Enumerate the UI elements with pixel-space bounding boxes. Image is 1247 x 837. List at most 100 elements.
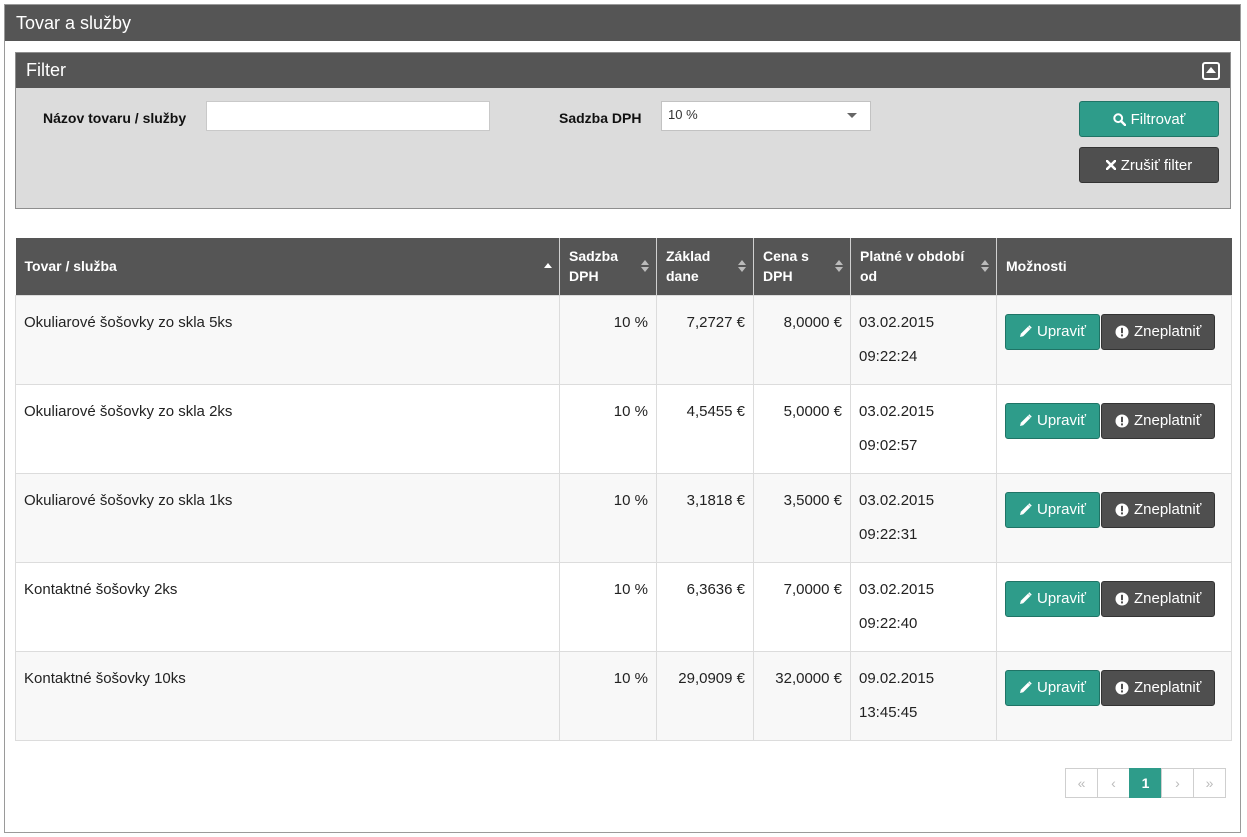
filter-button[interactable]: Filtrovať xyxy=(1079,101,1219,137)
invalidate-button-label: Zneplatniť xyxy=(1133,412,1202,429)
cell-name: Kontaktné šošovky 2ks xyxy=(15,561,560,652)
filter-button-label: Filtrovať xyxy=(1130,110,1186,128)
valid-from-time: 09:02:57 xyxy=(859,436,918,454)
table-row: Kontaktné šošovky 2ks 10 % 6,3636 €7,0000 … xyxy=(15,561,1232,652)
chevron-down-icon xyxy=(847,113,857,118)
page-title: Tovar a služby xyxy=(5,5,1240,41)
exclamation-icon xyxy=(1115,681,1129,694)
column-header-base[interactable]: Základ dane xyxy=(656,238,754,295)
cell-vat: 10 % xyxy=(559,561,657,652)
valid-from-time: 09:22:40 xyxy=(859,614,918,632)
name-filter-label: Názov tovaru / služby xyxy=(43,110,187,126)
pencil-icon xyxy=(1020,414,1032,426)
column-header-label: Možnosti xyxy=(1006,258,1067,275)
cell-name: Okuliarové šošovky zo skla 1ks xyxy=(15,472,560,563)
invalidate-button[interactable]: Zneplatniť xyxy=(1100,580,1216,617)
cell-vat: 10 % xyxy=(559,472,657,563)
valid-from-time: 09:22:24 xyxy=(859,347,918,365)
cell-price: 32,0000 € xyxy=(753,650,851,741)
sort-icon xyxy=(981,260,989,273)
cell-base: 29,0909 € xyxy=(656,650,754,741)
edit-button-label: Upraviť xyxy=(1037,501,1086,518)
pencil-icon xyxy=(1020,503,1032,515)
cell-base: 4,5455 € xyxy=(656,383,754,474)
invalidate-button[interactable]: Zneplatniť xyxy=(1100,491,1216,528)
cancel-filter-label: Zrušiť filter xyxy=(1120,156,1193,174)
table-row: Kontaktné šošovky 10ks 10 % 29,0909 €32,00… xyxy=(15,650,1232,741)
cancel-filter-button[interactable]: Zrušiť filter xyxy=(1079,147,1219,183)
invalidate-button[interactable]: Zneplatniť xyxy=(1100,313,1216,350)
edit-button-label: Upraviť xyxy=(1037,412,1086,429)
name-filter-input[interactable] xyxy=(206,101,490,131)
pagination-next[interactable]: › xyxy=(1161,768,1194,798)
cell-actions: Upraviť Zneplatniť xyxy=(996,472,1232,563)
edit-button[interactable]: Upraviť xyxy=(1005,402,1100,439)
filter-header: Filter xyxy=(16,53,1230,88)
invalidate-button-label: Zneplatniť xyxy=(1133,323,1202,340)
valid-from-date: 03.02.2015 xyxy=(859,313,935,331)
valid-from-time: 13:45:45 xyxy=(859,703,918,721)
column-header-price[interactable]: Cena s DPH xyxy=(753,238,851,295)
column-header-valid-from[interactable]: Platné v období od xyxy=(850,238,997,295)
exclamation-icon xyxy=(1115,592,1129,605)
search-icon xyxy=(1112,112,1126,126)
cell-base: 6,3636 € xyxy=(656,561,754,652)
edit-button-label: Upraviť xyxy=(1037,679,1086,696)
column-header-label: Základ dane xyxy=(666,248,711,285)
invalidate-button[interactable]: Zneplatniť xyxy=(1100,402,1216,439)
column-header-name[interactable]: Tovar / služba xyxy=(15,238,560,295)
pagination-first[interactable]: « xyxy=(1065,768,1098,798)
column-header-label: Cena s DPH xyxy=(763,248,809,285)
edit-button[interactable]: Upraviť xyxy=(1005,669,1100,706)
pagination-current[interactable]: 1 xyxy=(1129,768,1162,798)
pagination-last[interactable]: » xyxy=(1193,768,1226,798)
cell-name: Okuliarové šošovky zo skla 2ks xyxy=(15,383,560,474)
valid-from-date: 03.02.2015 xyxy=(859,580,935,598)
cell-vat: 10 % xyxy=(559,383,657,474)
collapse-icon[interactable] xyxy=(1202,62,1220,80)
vat-filter-value: 10 % xyxy=(668,107,698,122)
valid-from-date: 03.02.2015 xyxy=(859,491,935,509)
cell-vat: 10 % xyxy=(559,650,657,741)
invalidate-button-label: Zneplatniť xyxy=(1133,501,1202,518)
invalidate-button-label: Zneplatniť xyxy=(1133,679,1202,696)
pencil-icon xyxy=(1020,681,1032,693)
cell-vat: 10 % xyxy=(559,294,657,385)
pagination-prev[interactable]: ‹ xyxy=(1097,768,1130,798)
invalidate-button[interactable]: Zneplatniť xyxy=(1100,669,1216,706)
column-header-label: Sadzba DPH xyxy=(569,248,619,285)
sort-icon xyxy=(641,260,649,273)
table-header-row: Tovar / služba Sadzba DPH Základ dane Ce… xyxy=(15,238,1232,295)
pencil-icon xyxy=(1020,325,1032,337)
edit-button[interactable]: Upraviť xyxy=(1005,580,1100,617)
edit-button[interactable]: Upraviť xyxy=(1005,313,1100,350)
cell-actions: Upraviť Zneplatniť xyxy=(996,561,1232,652)
cell-price: 7,0000 € xyxy=(753,561,851,652)
vat-filter-select[interactable]: 10 % xyxy=(661,101,871,131)
column-header-actions: Možnosti xyxy=(996,238,1232,295)
filter-panel: Filter Názov tovaru / služby Sadzba DPH … xyxy=(15,52,1231,209)
column-header-label: Platné v období od xyxy=(860,248,965,285)
sort-icon xyxy=(835,260,843,273)
table-row: Okuliarové šošovky zo skla 1ks 10 % 3,1818… xyxy=(15,472,1232,563)
column-header-vat[interactable]: Sadzba DPH xyxy=(559,238,657,295)
cell-valid-from: 03.02.2015 09:22:24 xyxy=(850,294,997,385)
pagination: « ‹ 1 › » xyxy=(1065,768,1226,798)
cell-price: 8,0000 € xyxy=(753,294,851,385)
cell-price: 3,5000 € xyxy=(753,472,851,563)
exclamation-icon xyxy=(1115,414,1129,427)
edit-button-label: Upraviť xyxy=(1037,590,1086,607)
exclamation-icon xyxy=(1115,503,1129,516)
edit-button[interactable]: Upraviť xyxy=(1005,491,1100,528)
valid-from-time: 09:22:31 xyxy=(859,525,918,543)
cell-valid-from: 03.02.2015 09:02:57 xyxy=(850,383,997,474)
cell-name: Okuliarové šošovky zo skla 5ks xyxy=(15,294,560,385)
valid-from-date: 09.02.2015 xyxy=(859,669,935,687)
exclamation-icon xyxy=(1115,325,1129,338)
cell-base: 7,2727 € xyxy=(656,294,754,385)
products-panel: Tovar a služby Filter Názov tovaru / slu… xyxy=(4,4,1241,833)
pencil-icon xyxy=(1020,592,1032,604)
cell-price: 5,0000 € xyxy=(753,383,851,474)
filter-title: Filter xyxy=(26,60,66,80)
cell-base: 3,1818 € xyxy=(656,472,754,563)
